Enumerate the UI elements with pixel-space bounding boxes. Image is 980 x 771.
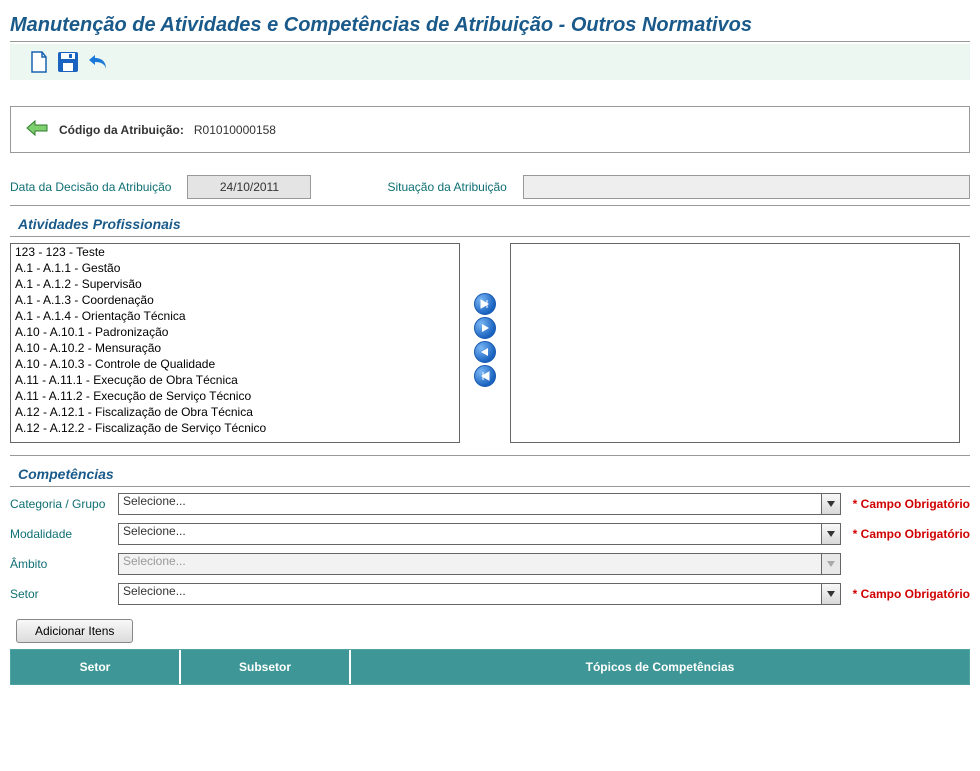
list-item[interactable]: A.11 - A.11.2 - Execução de Serviço Técn…: [11, 388, 459, 404]
code-panel: Código da Atribuição: R01010000158: [10, 106, 970, 153]
activities-section-title: Atividades Profissionais: [18, 216, 970, 232]
dropdown-icon[interactable]: [821, 493, 841, 515]
list-item[interactable]: A.12 - A.12.2 - Fiscalização de Serviço …: [11, 420, 459, 436]
list-item[interactable]: A.1 - A.1.4 - Orientação Técnica: [11, 308, 459, 324]
code-value: R01010000158: [194, 123, 276, 137]
available-activities-list[interactable]: 123 - 123 - TesteA.1 - A.1.1 - GestãoA.1…: [10, 243, 460, 443]
dual-listbox: 123 - 123 - TesteA.1 - A.1.1 - GestãoA.1…: [10, 243, 970, 443]
list-item[interactable]: A.10 - A.10.1 - Padronização: [11, 324, 459, 340]
move-left-button[interactable]: [474, 341, 496, 363]
divider: [10, 236, 970, 237]
list-item[interactable]: 123 - 123 - Teste: [11, 244, 459, 260]
undo-icon[interactable]: [86, 52, 110, 72]
move-buttons: [474, 243, 496, 387]
list-item[interactable]: A.11 - A.11.1 - Execução de Obra Técnica: [11, 372, 459, 388]
move-right-button[interactable]: [474, 317, 496, 339]
required-marker: * Campo Obrigatório: [853, 527, 970, 541]
list-item[interactable]: A.12 - A.12.1 - Fiscalização de Obra Téc…: [11, 404, 459, 420]
divider: [10, 205, 970, 206]
dropdown-icon: [821, 553, 841, 575]
competency-form: Categoria / Grupo Selecione... * Campo O…: [10, 493, 970, 605]
required-marker: * Campo Obrigatório: [853, 497, 970, 511]
list-item[interactable]: A.1 - A.1.3 - Coordenação: [11, 292, 459, 308]
page-title: Manutenção de Atividades e Competências …: [10, 14, 970, 37]
divider: [10, 41, 970, 42]
add-items-button[interactable]: Adicionar Itens: [16, 619, 133, 643]
list-item[interactable]: A.1 - A.1.2 - Supervisão: [11, 276, 459, 292]
setor-label: Setor: [10, 587, 112, 601]
attribution-fields: Data da Decisão da Atribuição Situação d…: [10, 175, 970, 199]
divider: [10, 486, 970, 487]
ambito-label: Âmbito: [10, 557, 112, 571]
dropdown-icon[interactable]: [821, 583, 841, 605]
situation-label: Situação da Atribuição: [387, 180, 506, 194]
modalidade-select[interactable]: Selecione...: [118, 523, 821, 545]
toolbar: [10, 44, 970, 80]
th-subsetor: Subsetor: [181, 650, 351, 684]
situation-input[interactable]: [523, 175, 970, 199]
decision-date-label: Data da Decisão da Atribuição: [10, 180, 171, 194]
categoria-label: Categoria / Grupo: [10, 497, 112, 511]
selected-activities-list[interactable]: [510, 243, 960, 443]
divider: [10, 455, 970, 456]
ambito-select: Selecione...: [118, 553, 821, 575]
code-label: Código da Atribuição:: [59, 123, 184, 137]
move-all-right-button[interactable]: [474, 293, 496, 315]
competency-table: Setor Subsetor Tópicos de Competências: [10, 649, 970, 685]
back-arrow-icon[interactable]: [25, 119, 49, 140]
move-all-left-button[interactable]: [474, 365, 496, 387]
th-topicos: Tópicos de Competências: [351, 650, 969, 684]
required-marker: * Campo Obrigatório: [853, 587, 970, 601]
list-item[interactable]: A.1 - A.1.1 - Gestão: [11, 260, 459, 276]
modalidade-label: Modalidade: [10, 527, 112, 541]
save-icon[interactable]: [56, 50, 80, 74]
decision-date-input[interactable]: [187, 175, 311, 199]
table-header: Setor Subsetor Tópicos de Competências: [11, 650, 969, 684]
setor-select[interactable]: Selecione...: [118, 583, 821, 605]
new-document-icon[interactable]: [28, 50, 50, 74]
dropdown-icon[interactable]: [821, 523, 841, 545]
list-item[interactable]: A.10 - A.10.3 - Controle de Qualidade: [11, 356, 459, 372]
competencies-section-title: Competências: [18, 466, 970, 482]
categoria-select[interactable]: Selecione...: [118, 493, 821, 515]
list-item[interactable]: A.10 - A.10.2 - Mensuração: [11, 340, 459, 356]
th-setor: Setor: [11, 650, 181, 684]
